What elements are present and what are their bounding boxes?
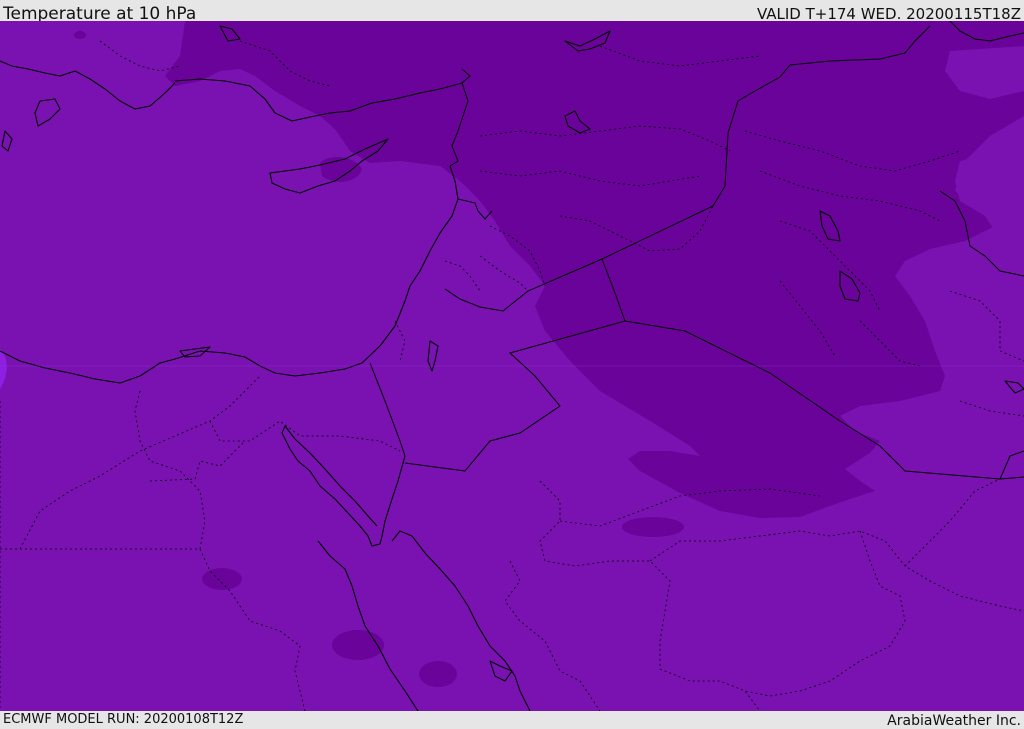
brand-name: ArabiaWeather Inc. — [887, 713, 1021, 729]
cold-patch-south-4 — [419, 661, 457, 687]
cold-patch-south-2 — [202, 568, 242, 590]
cold-patch-corner — [74, 31, 86, 39]
model-run: ECMWF MODEL RUN: 20200108T12Z — [3, 712, 244, 727]
cold-patch-south-1 — [622, 517, 684, 537]
cold-patch-south-3 — [332, 630, 384, 660]
weather-map — [0, 21, 1024, 711]
header-bar: Temperature at 10 hPa VALID T+174 WED. 2… — [0, 0, 1024, 24]
footer-bar: ECMWF MODEL RUN: 20200108T12Z ArabiaWeat… — [0, 711, 1024, 729]
